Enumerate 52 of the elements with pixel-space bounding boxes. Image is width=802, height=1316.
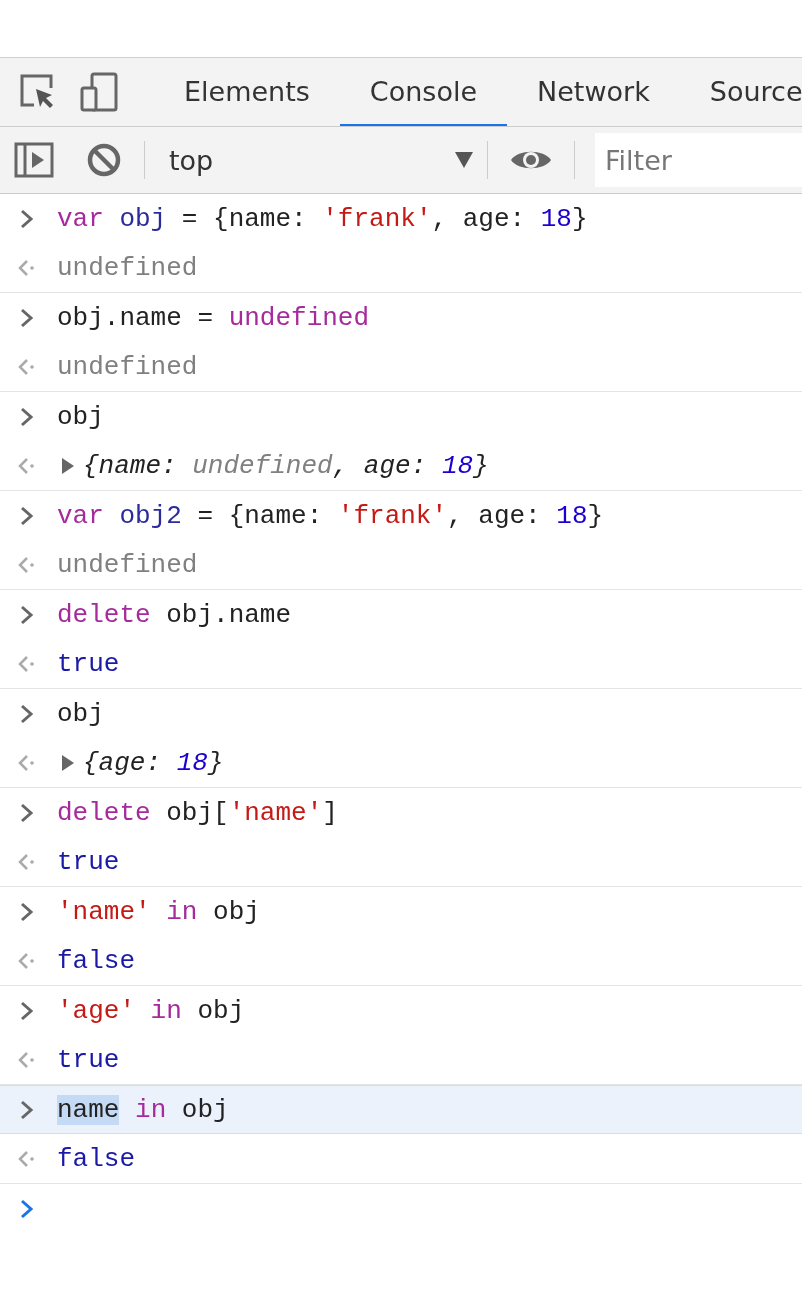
prompt-chevron-icon <box>19 802 34 823</box>
result-text: true <box>57 1044 120 1075</box>
prompt-chevron-icon <box>19 901 34 922</box>
panel-tab[interactable]: Network <box>507 58 680 126</box>
prompt-chevron-icon <box>19 406 34 427</box>
result-arrow-icon <box>16 356 37 377</box>
prompt-chevron-icon <box>19 1000 34 1021</box>
clear-console-icon[interactable] <box>86 142 122 178</box>
command-text: obj <box>57 698 104 729</box>
result-text: undefined <box>57 252 198 283</box>
prompt-chevron-icon <box>19 604 34 625</box>
expand-triangle-icon[interactable] <box>61 456 75 475</box>
device-toolbar-icon[interactable] <box>78 72 120 112</box>
result-text: undefined <box>57 549 198 580</box>
result-arrow-icon <box>16 950 37 971</box>
result-text: {name: undefined, age: 18} <box>83 450 489 481</box>
prompt-chevron-icon <box>19 208 34 229</box>
result-arrow-icon <box>16 851 37 872</box>
result-arrow-icon <box>16 653 37 674</box>
prompt-chevron-icon <box>19 307 34 328</box>
command-text: obj.name = undefined <box>57 302 370 333</box>
command-text: 'name' in obj <box>57 896 260 927</box>
command-text: delete obj['name'] <box>57 797 338 828</box>
prompt-chevron-icon <box>19 1198 34 1219</box>
command-text: delete obj.name <box>57 599 292 630</box>
result-text: true <box>57 648 120 679</box>
prompt-chevron-icon <box>19 1099 34 1120</box>
prompt-chevron-icon <box>19 703 34 724</box>
result-text: false <box>57 945 135 976</box>
command-text: 'age' in obj <box>57 995 245 1026</box>
sidebar-toggle-icon[interactable] <box>14 142 54 178</box>
command-text: obj <box>57 401 104 432</box>
command-text: var obj = {name: 'frank', age: 18} <box>57 203 588 234</box>
result-text: false <box>57 1143 135 1174</box>
result-text: undefined <box>57 351 198 382</box>
command-text: var obj2 = {name: 'frank', age: 18} <box>57 500 604 531</box>
result-text: true <box>57 846 120 877</box>
result-arrow-icon <box>16 1148 37 1169</box>
command-text: name in obj <box>57 1094 229 1125</box>
result-text: {age: 18} <box>83 747 224 778</box>
panel-tab[interactable]: Elements <box>154 58 340 126</box>
prompt-chevron-icon <box>19 505 34 526</box>
result-arrow-icon <box>16 752 37 773</box>
result-arrow-icon <box>16 554 37 575</box>
result-arrow-icon <box>16 257 37 278</box>
panel-tab[interactable]: Source <box>679 58 802 126</box>
expand-triangle-icon[interactable] <box>61 753 75 772</box>
caret-icon <box>455 152 473 168</box>
result-arrow-icon <box>16 455 37 476</box>
result-arrow-icon <box>16 1049 37 1070</box>
context-select[interactable]: top <box>157 127 487 193</box>
filter-field[interactable]: Filter <box>595 133 802 187</box>
